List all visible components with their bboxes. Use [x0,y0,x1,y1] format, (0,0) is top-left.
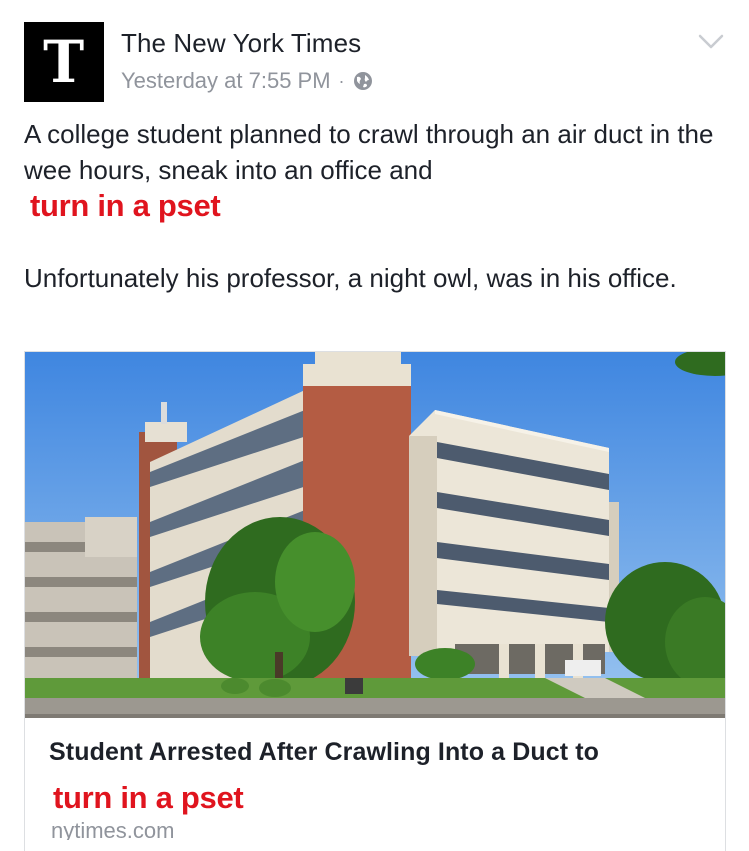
globe-icon[interactable] [353,71,373,91]
page-avatar[interactable]: T [24,22,104,102]
link-domain: nytimes.com [51,822,175,840]
post-text: A college student planned to crawl throu… [24,119,714,185]
post-timestamp[interactable]: Yesterday at 7:55 PM [121,68,331,94]
overlay-caption: turn in a pset [30,188,221,223]
overlay-caption-card: turn in a pset [53,780,244,815]
nyt-logo-icon: T [43,28,85,96]
building-photo-icon [25,352,725,718]
page-name-link[interactable]: The New York Times [121,28,361,59]
link-preview-card[interactable]: Student Arrested After Crawling Into a D… [24,351,726,851]
meta-separator: · [338,70,345,91]
link-title[interactable]: Student Arrested After Crawling Into a D… [49,738,709,767]
feed-post: T The New York Times Yesterday at 7:55 P… [0,0,749,851]
post-header: T The New York Times Yesterday at 7:55 P… [24,22,724,104]
link-preview-image[interactable] [25,352,725,718]
post-text-paragraph: Unfortunately his professor, a night owl… [24,263,677,293]
post-meta: Yesterday at 7:55 PM · [121,68,373,94]
chevron-down-icon[interactable] [698,34,724,50]
